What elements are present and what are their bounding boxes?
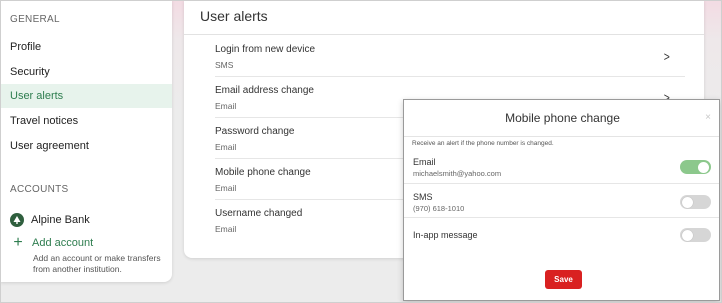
sidebar: GENERAL Profile Security User alerts Tra… <box>0 0 172 282</box>
bank-account-row[interactable]: Alpine Bank <box>10 211 90 229</box>
add-account-label: Add account <box>32 237 94 249</box>
alert-channel: Email <box>215 142 237 152</box>
accounts-heading: ACCOUNTS <box>10 184 69 195</box>
modal-title-divider <box>404 136 719 137</box>
in-app-message-toggle[interactable] <box>680 228 711 242</box>
sidebar-item-user-alerts[interactable]: User alerts <box>0 84 172 108</box>
add-account-button[interactable]: + Add account <box>11 234 94 251</box>
general-heading: GENERAL <box>10 14 60 25</box>
alert-channel: Email <box>215 224 237 234</box>
bank-name: Alpine Bank <box>31 214 90 226</box>
option-title: SMS <box>413 192 433 202</box>
alert-title: Login from new device <box>215 44 316 55</box>
plus-icon: + <box>13 234 23 251</box>
alert-title: Email address change <box>215 85 314 96</box>
chevron-right-icon: > <box>664 49 671 64</box>
option-row-email: Email michaelsmith@yahoo.com <box>404 150 719 184</box>
sidebar-item-profile[interactable]: Profile <box>0 35 172 59</box>
alert-channel: Email <box>215 101 237 111</box>
alert-channel: Email <box>215 183 237 193</box>
option-row-in-app-message: In-app message <box>404 218 719 252</box>
toggle-knob <box>682 196 693 208</box>
toggle-knob <box>698 161 709 173</box>
tree-logo-icon <box>10 213 24 227</box>
mobile-phone-change-modal: Mobile phone change × Receive an alert i… <box>403 99 720 301</box>
email-toggle[interactable] <box>680 160 711 174</box>
close-icon[interactable]: × <box>705 112 711 123</box>
alert-title: Username changed <box>215 208 303 219</box>
modal-description: Receive an alert if the phone number is … <box>412 140 554 147</box>
modal-title: Mobile phone change <box>505 111 620 125</box>
alert-channel: SMS <box>215 60 234 70</box>
title-divider <box>184 34 704 35</box>
toggle-knob <box>682 229 693 241</box>
option-detail: michaelsmith@yahoo.com <box>413 169 502 178</box>
option-title: In-app message <box>413 230 478 240</box>
sidebar-item-user-agreement[interactable]: User agreement <box>0 134 172 158</box>
page-title: User alerts <box>200 8 268 24</box>
alert-title: Password change <box>215 126 295 137</box>
option-row-sms: SMS (970) 618-1010 <box>404 184 719 218</box>
option-detail: (970) 618-1010 <box>413 204 465 213</box>
sidebar-item-security[interactable]: Security <box>0 60 172 84</box>
sidebar-item-travel-notices[interactable]: Travel notices <box>0 109 172 133</box>
option-title: Email <box>413 157 436 167</box>
save-button[interactable]: Save <box>545 270 582 289</box>
alert-row-login-new-device[interactable]: Login from new device SMS > <box>215 36 685 77</box>
sms-toggle[interactable] <box>680 195 711 209</box>
alert-title: Mobile phone change <box>215 167 311 178</box>
add-account-description: Add an account or make transfers from an… <box>33 253 161 274</box>
